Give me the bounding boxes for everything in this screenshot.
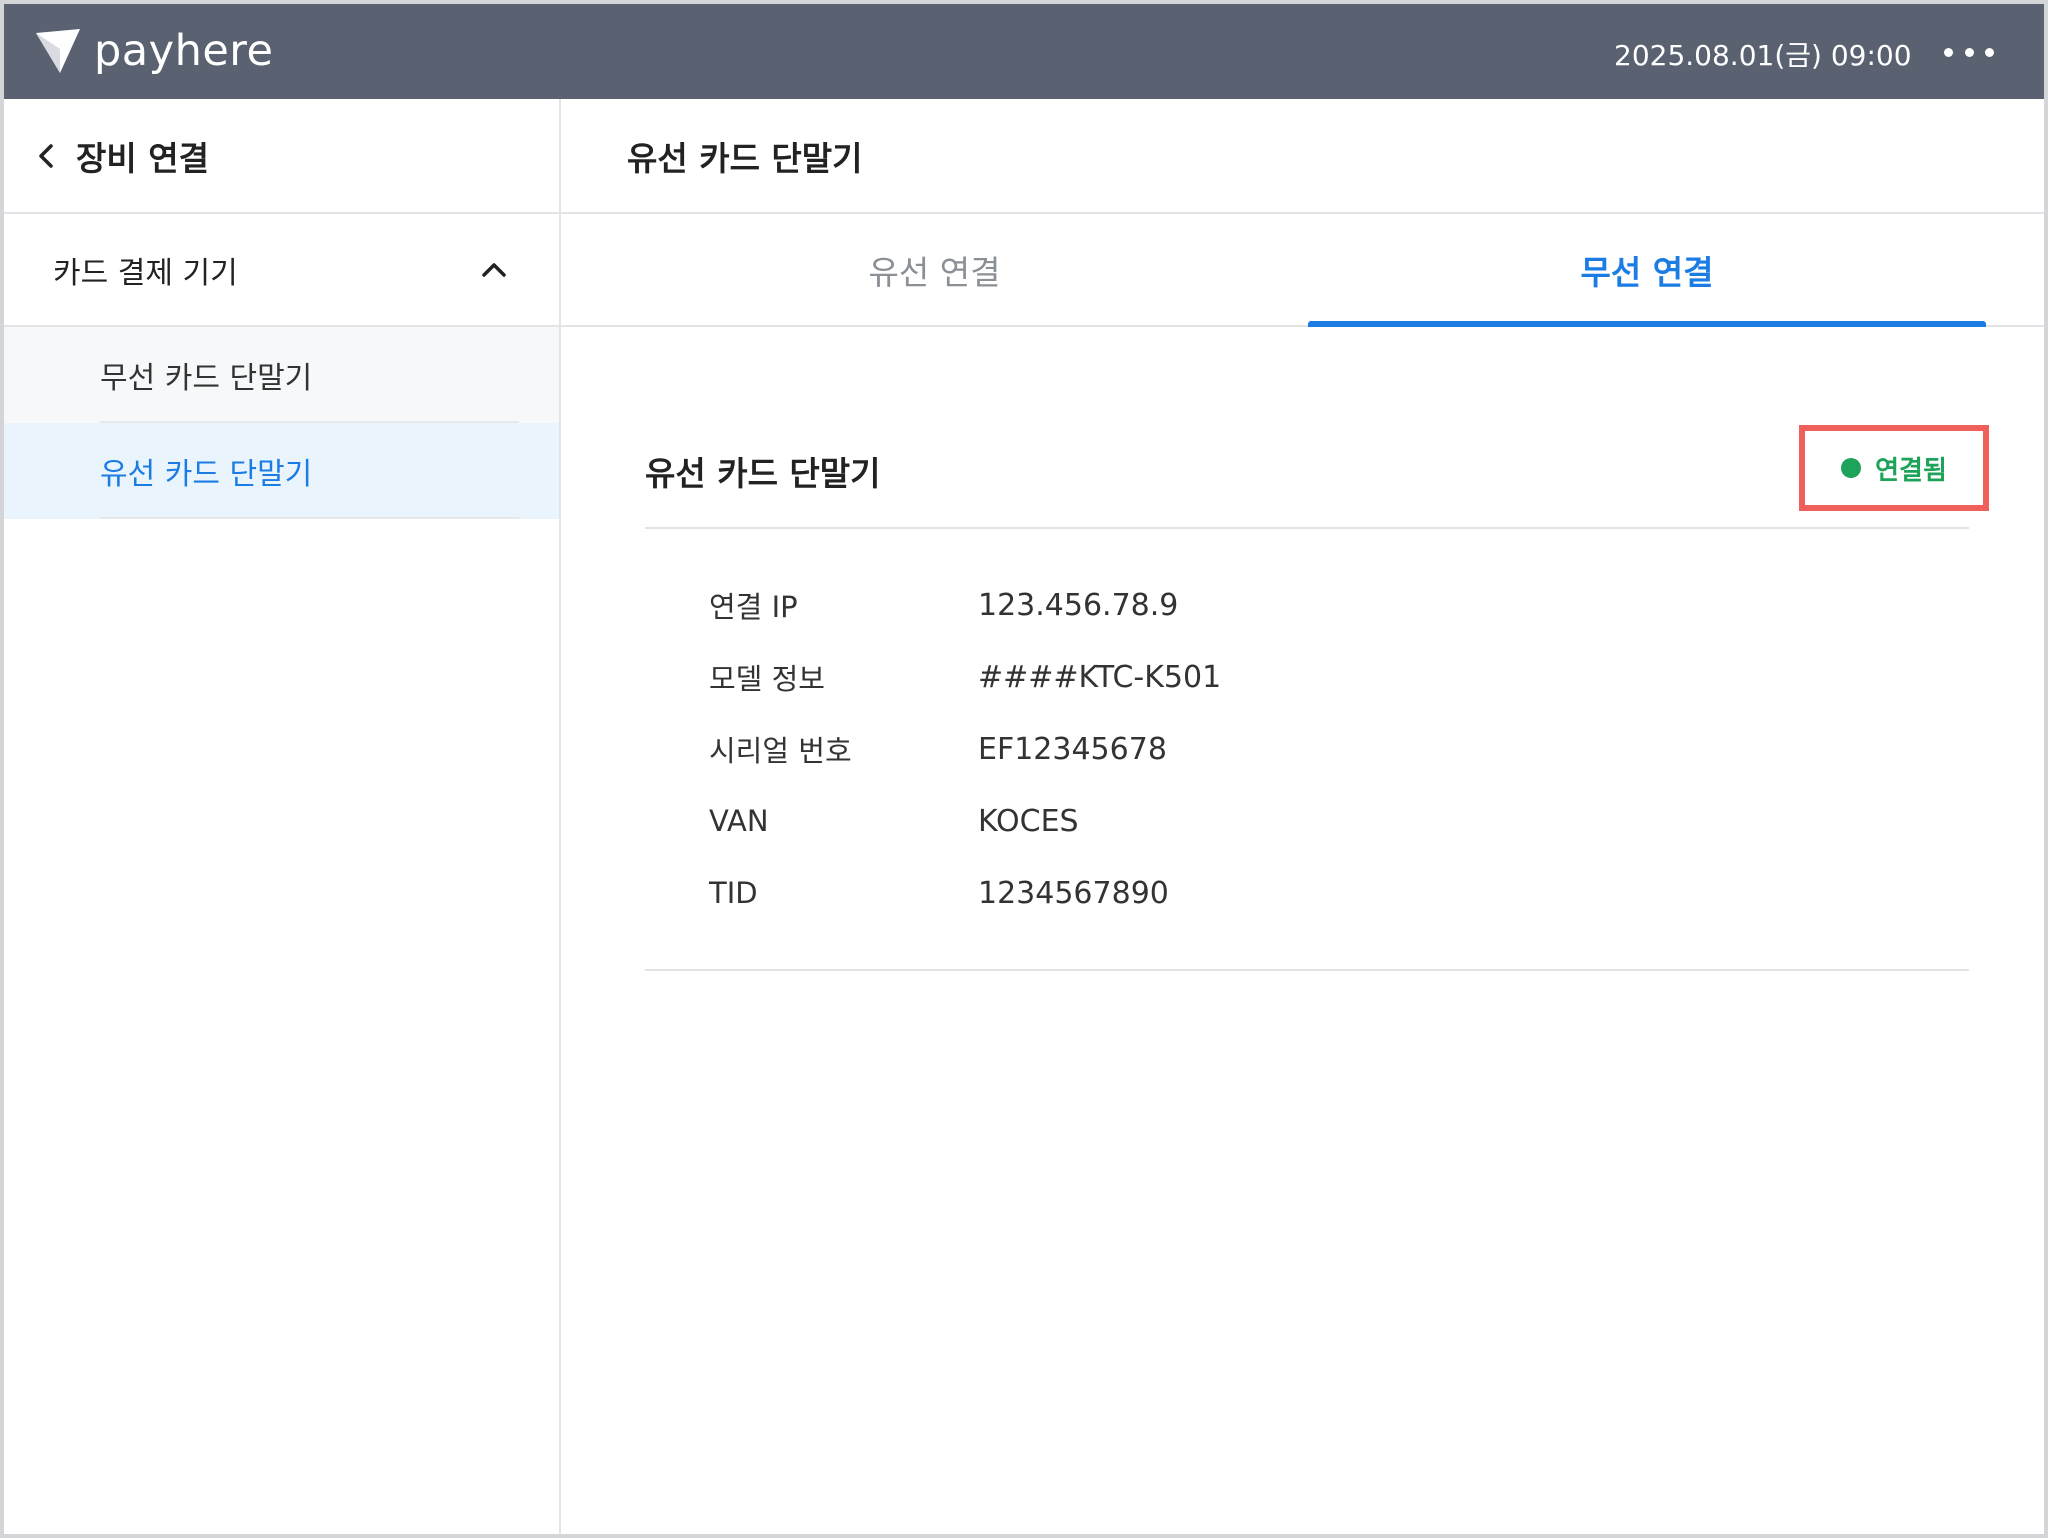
- info-label: VAN: [709, 804, 769, 838]
- sidebar-title: 장비 연결: [76, 138, 209, 178]
- info-value: EF12345678: [978, 731, 1167, 767]
- device-section: 유선 카드 단말기 연결됨 연결 IP 123.456.78.9 모델 정보 #…: [645, 423, 1989, 971]
- info-value: ####KTC-K501: [978, 659, 1222, 695]
- sidebar-item-wired-terminal[interactable]: 유선 카드 단말기: [4, 423, 559, 519]
- info-row-serial: 시리얼 번호 EF12345678: [645, 713, 1969, 785]
- info-row-tid: TID 1234567890: [645, 857, 1969, 929]
- logo-text: payhere: [94, 26, 274, 76]
- status-dot-icon: [1841, 458, 1862, 478]
- section-title: 유선 카드 단말기: [645, 454, 881, 493]
- status-text: 연결됨: [1875, 455, 1947, 486]
- info-label: TID: [709, 876, 758, 910]
- sidebar-item-label: 무선 카드 단말기: [100, 361, 313, 396]
- tab-wired-connection[interactable]: 유선 연결: [561, 214, 1308, 325]
- info-row-ip: 연결 IP 123.456.78.9: [645, 569, 1969, 641]
- tab-wireless-connection[interactable]: 무선 연결: [1308, 214, 1986, 327]
- info-value: 123.456.78.9: [978, 587, 1179, 623]
- info-value: KOCES: [978, 803, 1079, 839]
- device-info-list: 연결 IP 123.456.78.9 모델 정보 ####KTC-K501 시리…: [645, 529, 1969, 971]
- info-row-model: 모델 정보 ####KTC-K501: [645, 641, 1969, 713]
- sidebar-item-wireless-terminal[interactable]: 무선 카드 단말기: [4, 327, 559, 423]
- back-chevron-icon[interactable]: [36, 142, 56, 170]
- payhere-logo-icon: [36, 29, 80, 73]
- sidebar: 장비 연결 카드 결제 기기 무선 카드 단말기 유선 카드 단말기: [4, 99, 561, 1534]
- sidebar-group-label: 카드 결제 기기: [53, 255, 238, 291]
- sidebar-header[interactable]: 장비 연결: [4, 99, 559, 214]
- section-header: 유선 카드 단말기 연결됨: [645, 423, 1989, 529]
- main-panel: 유선 카드 단말기 유선 연결 무선 연결 유선 카드 단말기 연결됨 연결 I…: [561, 99, 2044, 1534]
- status-badge: 연결됨: [1799, 425, 1989, 511]
- page-title: 유선 카드 단말기: [561, 99, 2044, 214]
- top-bar: payhere 2025.08.01(금) 09:00: [4, 4, 2044, 99]
- more-icon[interactable]: [1944, 42, 1994, 62]
- sidebar-group-card-devices[interactable]: 카드 결제 기기: [4, 214, 559, 327]
- info-value: 1234567890: [978, 875, 1169, 911]
- info-label: 연결 IP: [709, 590, 798, 624]
- info-label: 시리얼 번호: [709, 734, 852, 768]
- chevron-up-icon[interactable]: [481, 262, 507, 278]
- sidebar-item-label: 유선 카드 단말기: [100, 457, 313, 492]
- info-row-van: VAN KOCES: [645, 785, 1969, 857]
- tab-bar: 유선 연결 무선 연결: [561, 214, 2044, 327]
- logo: payhere: [34, 26, 274, 76]
- datetime: 2025.08.01(금) 09:00: [1614, 39, 1912, 72]
- info-label: 모델 정보: [709, 662, 825, 696]
- app-window: payhere 2025.08.01(금) 09:00 장비 연결 카드 결제 …: [0, 0, 2048, 1538]
